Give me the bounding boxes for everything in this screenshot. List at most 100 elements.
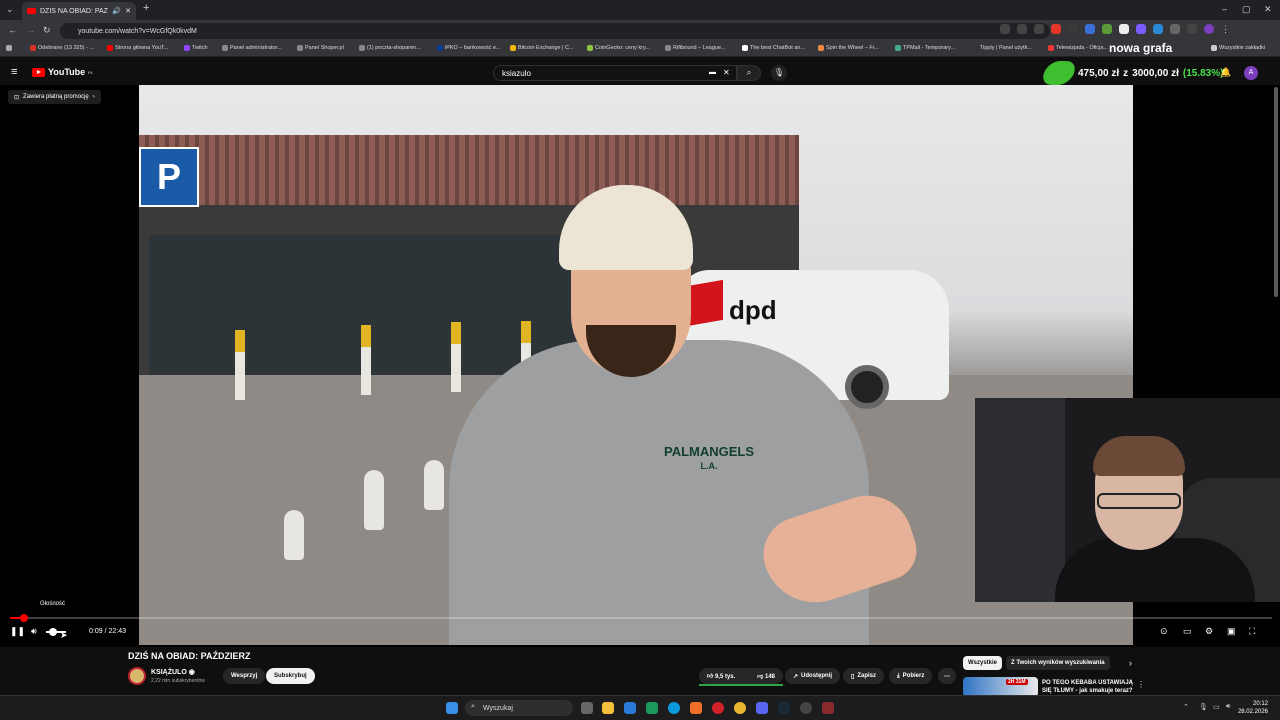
apps-grid-icon[interactable] — [6, 45, 12, 51]
youtube-logo[interactable]: YouTube PL — [32, 67, 93, 77]
bookmark-item[interactable]: TPMail - Temporary... — [895, 45, 955, 51]
tab-close-icon[interactable]: ✕ — [125, 7, 131, 15]
new-tab-icon[interactable]: + — [143, 2, 149, 14]
maximize-button[interactable]: ▢ — [1242, 4, 1251, 15]
windows-start-icon[interactable] — [446, 702, 458, 714]
chip-all[interactable]: Wszystkie — [963, 656, 1003, 670]
bookmark-item[interactable]: iPKO – bankowość e... — [437, 45, 501, 51]
extension-red-icon[interactable] — [1051, 24, 1061, 34]
bookmark-item[interactable]: The best ChatBot an... — [742, 45, 805, 51]
volume-knob[interactable] — [49, 628, 57, 636]
recommendation-title[interactable]: PO TEGO KEBABA USTAWIAJĄ SIĘ TŁUMY - jak… — [1042, 679, 1134, 695]
bookmark-item[interactable]: Tipply | Panel użytk... — [972, 45, 1032, 51]
all-bookmarks[interactable]: Wszystkie zakładki — [1211, 45, 1265, 51]
browser-tab[interactable]: DZIŚ NA OBIAD: PAŹDZIER 🔊 ✕ — [22, 2, 136, 20]
tab-search-icon[interactable]: ⌄ — [6, 4, 14, 15]
game-icon[interactable] — [822, 702, 834, 714]
share-button[interactable]: ↗ Udostępnij — [785, 668, 841, 684]
bookmark-star-icon[interactable] — [1034, 24, 1044, 34]
steam-icon[interactable] — [778, 702, 790, 714]
tray-network-icon[interactable]: ▭ — [1213, 703, 1220, 711]
subscribe-button[interactable]: Subskrybuj — [266, 668, 315, 684]
search-input[interactable]: ksiazulo ▬ ✕ — [493, 65, 737, 81]
bookmark-item[interactable]: Riftbound – League... — [665, 45, 726, 51]
taskbar-search[interactable]: ⌕ Wyszukaj — [465, 700, 573, 716]
dislike-button[interactable]: 👎︎ 148 — [757, 672, 775, 680]
bookmark-item[interactable]: Twitch — [184, 45, 208, 51]
url-field[interactable]: youtube.com/watch?v=WcGfQk0kvdM — [60, 23, 1050, 39]
autoplay-toggle-icon[interactable]: ⊙ — [1160, 626, 1168, 637]
bookmark-item[interactable]: CoinGecko: ceny kry... — [587, 45, 650, 51]
sweatshirt-subtext: L.A. — [700, 461, 718, 471]
chrome-icon[interactable] — [734, 702, 746, 714]
edge-icon[interactable] — [668, 702, 680, 714]
sidepanel-icon[interactable] — [1187, 24, 1197, 34]
progress-bar[interactable] — [10, 614, 1272, 622]
download-button[interactable]: ⤓ Pobierz — [889, 668, 933, 684]
close-window-button[interactable]: ✕ — [1264, 4, 1272, 15]
zoom-icon[interactable] — [1000, 24, 1010, 34]
profile-icon[interactable] — [1204, 24, 1214, 34]
keyboard-icon[interactable]: ▬ — [709, 69, 716, 76]
bookmark-item[interactable]: Spin the Wheel – Fr... — [818, 45, 879, 51]
volume-icon[interactable]: 🔊︎ — [31, 626, 37, 637]
recommendation-menu-icon[interactable]: ⋮ — [1137, 680, 1145, 689]
chips-next-icon[interactable]: › — [1129, 658, 1132, 668]
obs-icon[interactable] — [800, 702, 812, 714]
browser-menu-icon[interactable]: ⋮ — [1221, 24, 1231, 34]
task-view-icon[interactable] — [581, 702, 593, 714]
notifications-bell-icon[interactable]: 🔔 — [1220, 67, 1231, 78]
voice-search-button[interactable]: 🎙 — [771, 65, 787, 81]
video-player[interactable]: ⊡ Zawiera płatną promocję › P dpd PALMAN… — [0, 85, 1280, 647]
forward-icon[interactable]: → — [26, 25, 35, 35]
bookmark-item[interactable]: Bitcoin Exchange | C... — [510, 45, 574, 51]
minimize-button[interactable]: – — [1222, 4, 1227, 14]
cast-icon[interactable] — [1017, 24, 1027, 34]
account-avatar[interactable]: A — [1244, 66, 1258, 80]
miniplayer-icon[interactable]: ▣ — [1227, 626, 1236, 637]
fullscreen-icon[interactable]: ⛶ — [1249, 626, 1255, 637]
extension-green-icon[interactable] — [1102, 24, 1112, 34]
paid-promotion-badge[interactable]: ⊡ Zawiera płatną promocję › — [8, 90, 101, 104]
page-scrollbar[interactable] — [1274, 87, 1278, 297]
progress-scrubber[interactable] — [20, 614, 28, 622]
reload-icon[interactable]: ↻ — [43, 25, 51, 36]
settings-gear-icon[interactable]: ⚙ — [1205, 626, 1213, 637]
chip-from-search[interactable]: Z Twoich wyników wyszukiwania — [1006, 656, 1110, 670]
tab-audio-icon[interactable]: 🔊 — [112, 7, 121, 15]
channel-avatar[interactable] — [128, 667, 146, 685]
extension-white-icon[interactable] — [1119, 24, 1129, 34]
opera-icon[interactable] — [712, 702, 724, 714]
store-icon[interactable] — [624, 702, 636, 714]
brave-icon[interactable] — [690, 702, 702, 714]
extension-icon[interactable] — [1068, 24, 1078, 34]
bookmark-item[interactable]: (1) poczta-shoparen... — [359, 45, 421, 51]
search-button[interactable]: ⌕ — [737, 65, 761, 81]
discord-icon[interactable] — [756, 702, 768, 714]
save-button[interactable]: ▯ Zapisz — [843, 668, 884, 684]
tray-mic-icon[interactable]: 🎙 — [1199, 703, 1208, 711]
file-explorer-icon[interactable] — [602, 702, 614, 714]
extension-purple-icon[interactable] — [1136, 24, 1146, 34]
extensions-puzzle-icon[interactable] — [1170, 24, 1180, 34]
channel-name[interactable]: KSIĄŻULO ◉ — [151, 668, 195, 676]
app-icon[interactable] — [646, 702, 658, 714]
back-icon[interactable]: ← — [8, 25, 17, 35]
more-actions-button[interactable]: ⋯ — [938, 668, 956, 684]
bookmark-item[interactable]: Panel administrator... — [222, 45, 282, 51]
bookmark-item[interactable]: Strona główna YouT... — [107, 45, 168, 51]
bookmark-item[interactable]: Telewizjada - Oficja... — [1048, 45, 1108, 51]
bookmark-item[interactable]: Panel Shoper.pl — [297, 45, 344, 51]
extension-cyan-icon[interactable] — [1153, 24, 1163, 34]
taskbar-clock[interactable]: 20:12 28.02.2026 — [1238, 700, 1268, 716]
hamburger-menu-icon[interactable]: ≡ — [11, 66, 17, 78]
subtitles-icon[interactable]: ▭ — [1183, 626, 1192, 637]
tray-volume-icon[interactable]: 🔊︎ — [1226, 703, 1230, 711]
bookmark-item[interactable]: Odebrane (13 325) - ... — [30, 45, 94, 51]
support-button[interactable]: Wesprzyj — [223, 668, 266, 684]
like-button[interactable]: 👍︎ 9,5 tys. — [707, 672, 735, 680]
pause-icon[interactable]: ❚❚ — [10, 626, 25, 637]
clear-search-icon[interactable]: ✕ — [723, 68, 730, 77]
tray-chevron-icon[interactable]: ⌃ — [1183, 703, 1189, 711]
extension-blue-icon[interactable] — [1085, 24, 1095, 34]
